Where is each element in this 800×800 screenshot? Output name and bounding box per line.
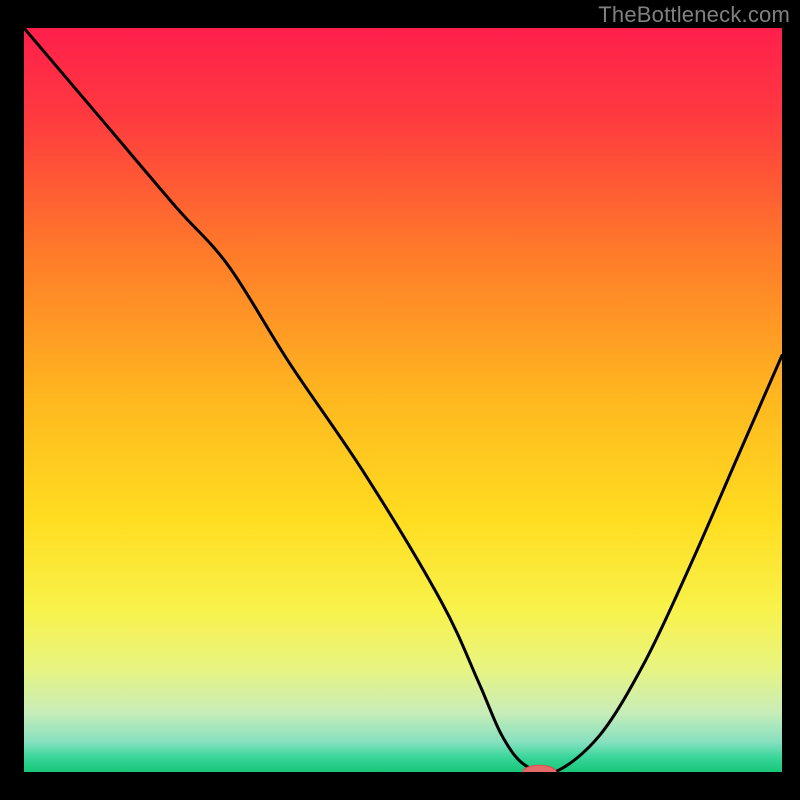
plot-area <box>24 28 782 772</box>
chart-frame: TheBottleneck.com <box>0 0 800 800</box>
heat-background <box>24 28 782 772</box>
plot-svg <box>24 28 782 772</box>
attribution-text: TheBottleneck.com <box>598 2 790 28</box>
